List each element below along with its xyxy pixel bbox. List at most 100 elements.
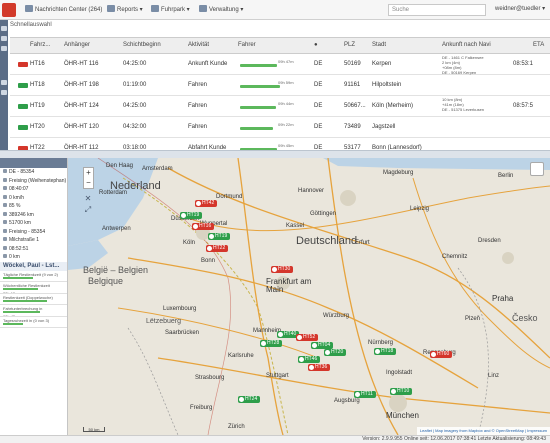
col-flag[interactable]: ● — [314, 42, 318, 48]
table-row[interactable]: HT18 ÖHR-HT 198 01:19:00 Fahren DE 91161 Hilpo… — [10, 75, 550, 96]
city-bonn: Bonn — [201, 258, 216, 264]
zoom-control[interactable]: + − — [83, 167, 94, 189]
detail-value: 51700 km — [9, 220, 31, 226]
mail-icon — [25, 5, 33, 12]
tool-icon-1[interactable] — [1, 26, 7, 31]
drive-time-text: 09h 22m — [278, 122, 294, 127]
impressum-link[interactable]: Impressum — [527, 428, 547, 433]
block-progress-fill — [3, 322, 23, 325]
driver-time-bar[interactable]: 09h 59m — [238, 79, 302, 92]
col-navi-arrival[interactable]: Ankunft nach Navi — [442, 42, 491, 48]
map-marker[interactable]: HT18 — [374, 348, 397, 355]
tool-icon-5[interactable] — [1, 90, 7, 95]
vehicle-id: HT18 — [30, 82, 45, 88]
block-progress-fill — [3, 288, 38, 290]
driving-time-block: Fahrtunterbrechung in 02h 45m — [0, 305, 67, 317]
driver-time-bar[interactable]: 09h 44m — [238, 100, 302, 113]
panel-splitter[interactable] — [0, 150, 550, 158]
city-luxembourg: Luxembourg — [163, 306, 197, 312]
block-value: 04h 15m — [3, 325, 19, 328]
col-shift[interactable]: Schichtbeginn — [123, 42, 161, 48]
map-view[interactable]: + − ✕ ⤢ Nederland Deutschland België – Be… — [68, 158, 550, 435]
map-marker[interactable]: HT16 — [192, 223, 215, 230]
menu-nachrichten-center[interactable]: Nachrichten Center (264) — [22, 5, 105, 16]
tool-icon-4[interactable] — [1, 80, 7, 85]
map-marker[interactable]: HT19 — [180, 212, 203, 219]
trailer-id: ÖHR-HT 198 — [64, 82, 99, 88]
detail-icon — [3, 186, 7, 190]
col-city[interactable]: Stadt — [372, 42, 386, 48]
search-input[interactable]: Suche — [388, 4, 486, 16]
driver-time-bar[interactable]: 09h 47m — [238, 58, 302, 71]
map-marker[interactable]: HT19 — [208, 233, 231, 240]
menu-fuhrpark[interactable]: Fuhrpark ▾ — [148, 5, 193, 16]
menu-reports[interactable]: Reports ▾ — [104, 5, 146, 16]
map-marker[interactable]: HT42 — [195, 200, 218, 207]
map-marker[interactable]: HT60 — [430, 351, 453, 358]
city-ingolstadt: Ingolstadt — [386, 370, 413, 376]
postal-code: 50169 — [344, 61, 361, 67]
map-marker[interactable]: HT36 — [308, 364, 331, 371]
drive-progress-fill — [240, 85, 280, 88]
map-marker[interactable]: HT28 — [260, 340, 283, 347]
map-tool-fullscreen-icon[interactable]: ⤢ — [83, 205, 93, 214]
driver-time-bar[interactable]: 09h 22m — [238, 121, 302, 134]
city-rotterdam: Rotterdam — [99, 190, 128, 196]
drive-progress-fill — [240, 106, 276, 109]
tool-icon-2[interactable] — [1, 36, 7, 41]
layers-icon[interactable] — [530, 162, 544, 176]
map-tool-cross-icon[interactable]: ✕ — [83, 194, 93, 203]
driving-time-block: Tägliche Restlenkzeit (9 von 2) 02h 15m — [0, 271, 67, 282]
trailer-id: ÖHR-HT 124 — [64, 103, 99, 109]
driver-name[interactable]: Wöckel, Paul - Lst... — [0, 261, 67, 271]
drive-time-text: 09h 45m — [278, 143, 294, 148]
label-belgique: Belgique — [88, 276, 124, 286]
driving-time-block: Restlenkzeit (Doppelwoche) 66h 15m — [0, 294, 67, 305]
map-marker[interactable]: HT20 — [324, 349, 347, 356]
city-dresden: Dresden — [478, 238, 501, 244]
vehicle-detail-item: 08:52:51 — [0, 245, 67, 254]
block-progress-fill — [3, 276, 33, 279]
attribution-text[interactable]: Leaflet | Map imagery from Mapbox and © … — [420, 428, 524, 433]
activity: Ankunft Kunde — [188, 61, 228, 67]
table-row[interactable]: HT19 ÖHR-HT 124 04:25:00 Fahren DE 50667... Kö… — [10, 96, 550, 117]
city-augsburg: Augsburg — [334, 398, 360, 404]
table-row[interactable]: HT16 ÖHR-HT 116 04:25:00 Ankunft Kunde DE 501… — [10, 54, 550, 75]
zoom-out-button[interactable]: − — [84, 178, 93, 188]
city-kassel: Kassel — [286, 223, 305, 229]
col-driver[interactable]: Fahrer — [238, 42, 256, 48]
eta-time: 08:57:5 — [513, 103, 534, 109]
col-eta[interactable]: ETA — [533, 42, 544, 48]
detail-icon — [3, 228, 7, 233]
city-chemnitz: Chemnitz — [442, 254, 468, 260]
col-vehicle[interactable]: Fahrz... — [30, 42, 50, 48]
truck-icon — [151, 5, 159, 12]
map-marker[interactable]: HT11 — [354, 391, 376, 398]
city-frankfurt: Frankfurt am Main — [266, 277, 312, 294]
vehicle-detail-item: 08:40:07 — [0, 185, 67, 194]
tool-icon-3[interactable] — [1, 46, 7, 51]
map-marker[interactable]: HT22 — [206, 245, 229, 252]
map-marker[interactable]: HT52 — [296, 334, 319, 341]
user-menu[interactable]: weidner@tuedler ▾ — [495, 5, 545, 12]
city-gottingen: Göttingen — [310, 211, 337, 217]
city-den-haag: Den Haag — [106, 163, 134, 169]
map-marker[interactable]: HT10 — [390, 388, 413, 395]
col-plz[interactable]: PLZ — [344, 42, 355, 48]
city-amsterdam: Amsterdam — [142, 166, 173, 172]
postal-code: 91161 — [344, 82, 361, 88]
map-marker[interactable]: HT24 — [238, 396, 261, 403]
detail-value: 85 % — [9, 203, 21, 209]
city-koln: Köln — [183, 240, 196, 246]
quick-select-label[interactable]: Schnellauswahl — [10, 22, 52, 28]
map-marker[interactable]: HT04 — [311, 342, 334, 349]
trailer-id: ÖHR-HT 120 — [64, 124, 99, 130]
map-marker[interactable]: HT46 — [298, 356, 321, 363]
map-marker[interactable]: HT30 — [271, 266, 294, 273]
menu-verwaltung[interactable]: Verwaltung ▾ — [196, 5, 246, 16]
col-trailer[interactable]: Anhänger — [64, 42, 90, 48]
table-row[interactable]: HT20 ÖHR-HT 120 04:32:00 Fahren DE 73489 Jagst… — [10, 117, 550, 138]
zoom-in-button[interactable]: + — [84, 168, 93, 178]
col-activity[interactable]: Aktivität — [188, 42, 209, 48]
detail-icon — [3, 254, 7, 258]
